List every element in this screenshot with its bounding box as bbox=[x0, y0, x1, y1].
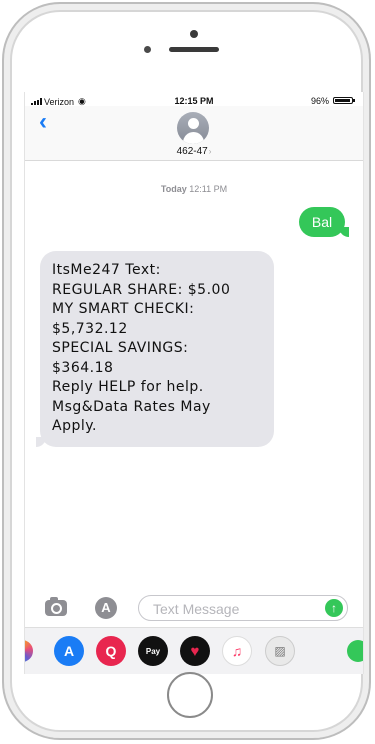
camera-icon[interactable] bbox=[45, 597, 67, 616]
message-input[interactable] bbox=[151, 600, 315, 618]
outgoing-message[interactable]: Bal bbox=[299, 207, 349, 237]
message-line: $364.18 bbox=[52, 359, 114, 376]
message-line: MY SMART CHECKI: bbox=[52, 301, 195, 317]
appstore-app-icon[interactable]: A bbox=[54, 636, 84, 666]
timestamp-day: Today bbox=[160, 184, 187, 194]
compose-bar: A ↑ bbox=[25, 592, 363, 624]
avatar[interactable] bbox=[177, 112, 209, 144]
thread-timestamp: Today 12:11 PM bbox=[25, 184, 363, 194]
battery-icon bbox=[333, 97, 355, 104]
heart-icon: ♥ bbox=[190, 642, 200, 660]
message-line: ItsMe247 Text: bbox=[52, 262, 161, 278]
home-button[interactable] bbox=[167, 672, 213, 718]
incoming-message[interactable]: ItsMe247 Text: REGULAR SHARE: $5.00 MY S… bbox=[36, 251, 274, 447]
contact-number: 462-47 bbox=[176, 146, 208, 157]
avatar-head bbox=[188, 118, 199, 129]
message-line: Msg&Data Rates May bbox=[52, 398, 211, 415]
conversation-header: ‹ 462-47› bbox=[25, 106, 363, 161]
appstore-icon[interactable]: A bbox=[95, 597, 117, 619]
chevron-right-icon: › bbox=[208, 147, 212, 156]
music-app-icon[interactable]: ♫ bbox=[222, 636, 252, 666]
photos-app-icon[interactable] bbox=[25, 640, 33, 662]
front-camera bbox=[144, 46, 151, 53]
phone-frame: Verizon ◉ 12:15 PM 96% ‹ 462-47› Today 1… bbox=[2, 2, 371, 740]
apple-pay-icon[interactable]: Pay bbox=[138, 636, 168, 666]
more-apps-icon[interactable] bbox=[347, 640, 363, 662]
camera-dot bbox=[190, 30, 198, 38]
message-line: Apply. bbox=[52, 418, 97, 434]
screen: Verizon ◉ 12:15 PM 96% ‹ 462-47› Today 1… bbox=[24, 92, 364, 674]
message-line: Reply HELP for help. bbox=[52, 379, 204, 395]
chevron-left-icon[interactable]: ‹ bbox=[39, 110, 47, 134]
contact-name[interactable]: 462-47› bbox=[25, 146, 363, 157]
message-field[interactable]: ↑ bbox=[138, 595, 348, 621]
digital-touch-icon[interactable]: ♥ bbox=[180, 636, 210, 666]
app-drawer: A Q Pay ♥ ♫ ▨ bbox=[25, 627, 363, 674]
message-line: SPECIAL SAVINGS: bbox=[52, 340, 189, 356]
apple-pay-label: Pay bbox=[145, 646, 161, 656]
battery-percent: 96% bbox=[310, 96, 329, 106]
timestamp-time: 12:11 PM bbox=[189, 184, 228, 194]
message-line: REGULAR SHARE: $5.00 bbox=[52, 281, 231, 298]
notes-app-icon[interactable]: ▨ bbox=[265, 636, 295, 666]
battery-level bbox=[335, 99, 351, 102]
message-line: $5,732.12 bbox=[52, 320, 128, 337]
earpiece-speaker bbox=[169, 47, 219, 52]
avatar-body bbox=[183, 132, 204, 144]
send-arrow-icon[interactable]: ↑ bbox=[325, 599, 343, 617]
image-search-app-icon[interactable]: Q bbox=[96, 636, 126, 666]
